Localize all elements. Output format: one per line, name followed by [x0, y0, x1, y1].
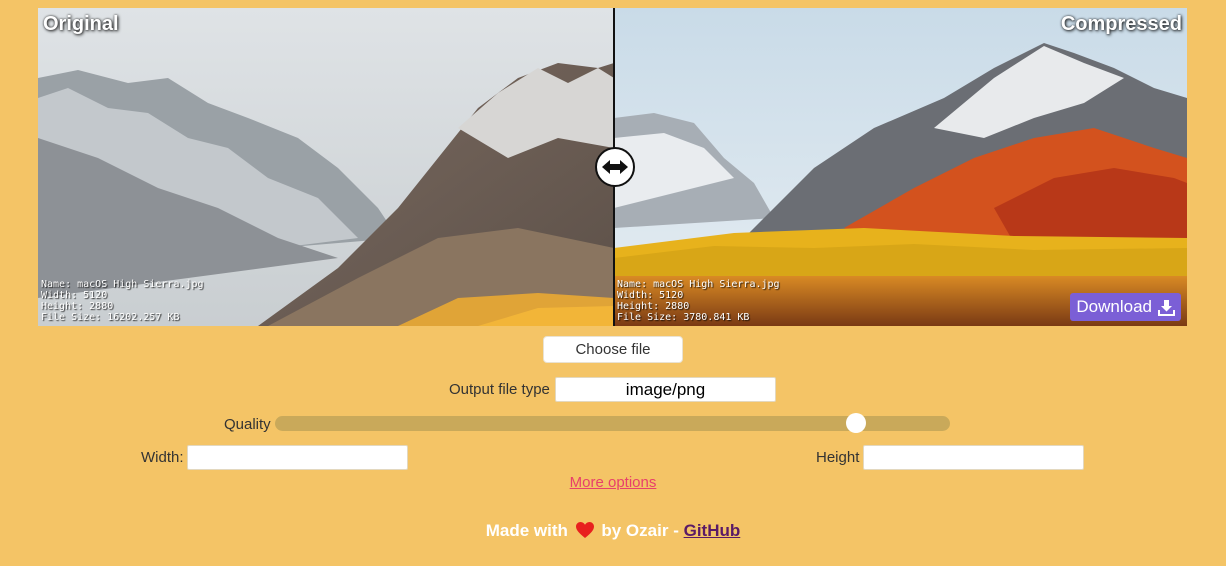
compressed-file-size: File Size: 3780.841 KB — [617, 312, 750, 323]
left-right-arrow-icon — [602, 160, 628, 174]
footer-separator: - — [673, 521, 679, 540]
original-file-name: Name: macOS High Sierra.jpg — [41, 279, 204, 290]
compressed-file-width: Width: 5120 — [617, 290, 684, 301]
compressed-file-height: Height: 2880 — [617, 301, 690, 312]
quality-slider-thumb[interactable] — [845, 413, 866, 433]
image-comparison[interactable]: Original Name: macOS High Sierra.jpg Wid… — [38, 8, 1187, 326]
original-file-info: Name: macOS High Sierra.jpg Width: 5120 … — [41, 279, 204, 323]
compressed-file-name: Name: macOS High Sierra.jpg — [617, 279, 780, 290]
original-file-height: Height: 2880 — [41, 301, 114, 312]
footer-made-with: Made with — [485, 521, 568, 540]
download-icon — [1158, 299, 1175, 316]
more-options-link[interactable]: More options — [570, 474, 657, 491]
output-type-input[interactable] — [555, 377, 776, 402]
width-label: Width: — [141, 449, 184, 466]
comparison-slider-handle[interactable] — [595, 147, 635, 187]
choose-file-button[interactable]: Choose file — [543, 336, 683, 363]
output-type-label: Output file type — [449, 381, 550, 398]
original-label: Original — [43, 13, 119, 35]
download-button[interactable]: Download — [1070, 293, 1181, 321]
original-image: Original Name: macOS High Sierra.jpg Wid… — [38, 8, 614, 326]
compressed-image: Compressed Name: macOS High Sierra.jpg W… — [614, 8, 1187, 326]
more-options: More options — [0, 474, 1226, 491]
quality-label: Quality — [224, 416, 271, 433]
compressed-file-info: Name: macOS High Sierra.jpg Width: 5120 … — [617, 279, 780, 323]
original-file-width: Width: 5120 — [41, 290, 108, 301]
footer-by-text: by Ozair — [601, 521, 669, 540]
original-file-size: File Size: 16202.257 KB — [41, 312, 180, 323]
compressed-label: Compressed — [1060, 13, 1182, 35]
height-label: Height — [816, 449, 860, 466]
footer: Made with by Ozair - GitHub — [0, 521, 1226, 541]
download-label: Download — [1076, 297, 1152, 316]
width-input[interactable] — [187, 445, 408, 470]
height-input[interactable] — [863, 445, 1084, 470]
heart-icon — [575, 522, 594, 538]
github-link[interactable]: GitHub — [684, 521, 741, 540]
